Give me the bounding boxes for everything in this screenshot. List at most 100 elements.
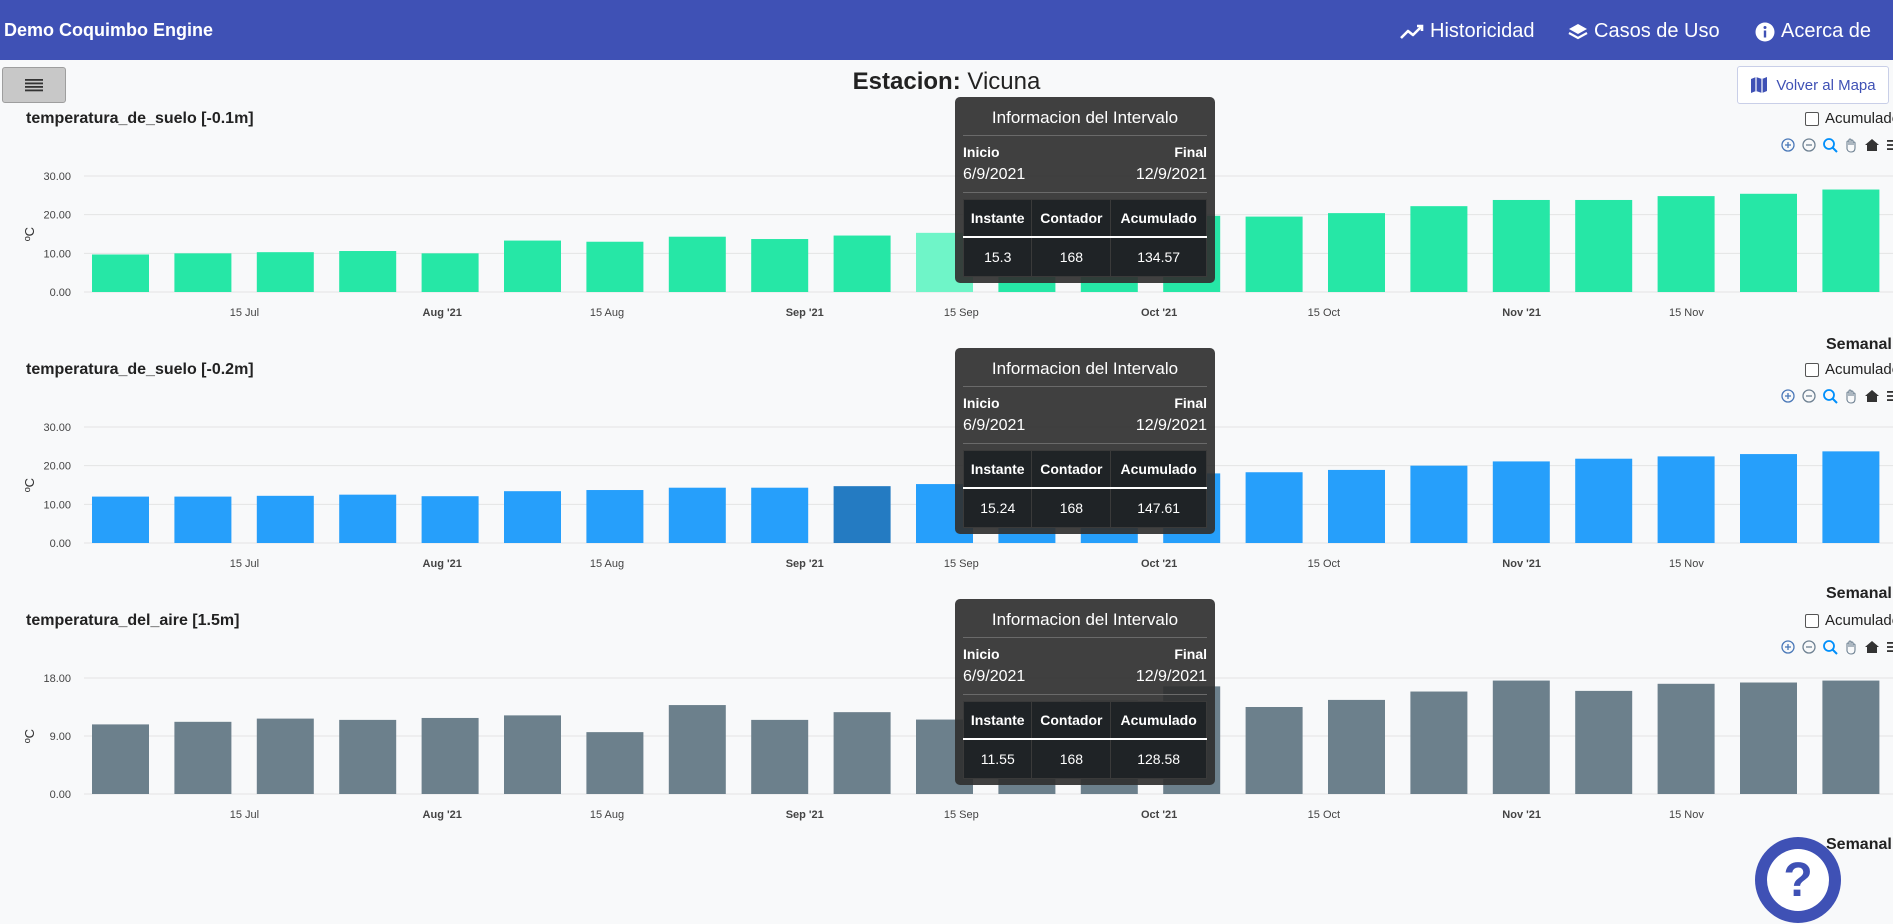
nav-casos-de-uso[interactable]: Casos de Uso [1568,20,1720,43]
chart-bar[interactable] [668,705,726,794]
y-axis-label: ºC [22,227,37,241]
chart-bar[interactable] [421,717,479,794]
period-label: Semanal [1826,836,1892,853]
x-tick-label: 15 Aug [590,558,624,570]
x-tick-label: 15 Nov [1669,307,1704,319]
checkbox-box[interactable] [1805,613,1819,628]
chart-bar[interactable] [1740,193,1797,292]
trending-up-icon [1400,24,1424,39]
chart-bar[interactable] [174,496,232,543]
chart-bar[interactable] [1328,469,1385,543]
chart-bar[interactable] [833,486,891,543]
nav-historicidad[interactable]: Historicidad [1400,20,1534,43]
chart-bar[interactable] [504,715,561,794]
chart-bar[interactable] [751,487,809,543]
nav-acerca-de[interactable]: Acerca de [1755,20,1871,43]
chart-bar[interactable] [174,253,232,292]
chart-bar[interactable] [174,721,232,794]
table-header: Instante [962,450,1033,489]
y-tick-label: 10.00 [43,499,71,511]
help-button[interactable]: ? [1755,837,1841,923]
table-cell: 15.3 [962,236,1033,277]
chart-bar[interactable] [1492,461,1550,543]
chart-bar[interactable] [1822,189,1880,292]
chart-bar[interactable] [1657,456,1715,543]
chart-bar[interactable] [833,235,891,292]
chart-bar[interactable] [1492,680,1550,794]
chart-bar[interactable] [751,239,809,292]
y-tick-label: 30.00 [43,171,71,183]
chart-bar[interactable] [504,491,561,543]
x-tick-label: Oct '21 [1141,307,1177,319]
chart-bar[interactable] [421,253,479,292]
chart-bar[interactable] [668,236,726,292]
chart-bar[interactable] [92,724,149,794]
chart-bar[interactable] [256,718,314,794]
chart-bar[interactable] [256,495,314,543]
tooltip-start-date: 6/9/2021 [963,417,1026,434]
chart-bar[interactable] [256,252,314,292]
chart-bar[interactable] [339,719,397,794]
accumulated-checkbox[interactable]: Acumulado [1805,110,1893,127]
chart-bar[interactable] [586,241,644,292]
chart-bar[interactable] [1822,451,1880,543]
chart-bar[interactable] [1575,458,1633,543]
chart-bar[interactable] [1492,199,1550,292]
table-header: Contador [1031,450,1112,489]
x-tick-label: Sep '21 [786,809,824,821]
info-icon [1755,22,1775,41]
x-tick-label: Aug '21 [423,809,462,821]
period-label: Semanal [1826,336,1892,353]
chart-bar[interactable] [1245,707,1303,794]
chart-bar[interactable] [92,254,149,292]
chart-bar[interactable] [1328,699,1385,794]
chart-bar[interactable] [1740,454,1797,543]
chart-bar[interactable] [1657,196,1715,292]
x-tick-label: Nov '21 [1502,809,1541,821]
x-tick-label: 15 Oct [1308,558,1340,570]
tooltip-end-label: Final [1174,395,1207,411]
chart-bar[interactable] [92,496,149,543]
brand-title[interactable]: Demo Coquimbo Engine [4,20,213,41]
chart-bar[interactable] [1657,683,1715,794]
interval-tooltip: Informacion del Intervalo Inicio Final 6… [955,348,1215,534]
accumulated-checkbox[interactable]: Acumulado [1805,612,1893,629]
table-header: Acumulado [1110,199,1207,238]
chart-bar[interactable] [1328,213,1385,292]
bar-chart[interactable]: 0.00 10.00 20.00 30.00 ºC 15 Jul Aug '21 15 Aug… [0,383,1893,583]
chart-bar[interactable] [1575,690,1633,794]
chart-bar[interactable] [1245,216,1303,292]
chart-bar[interactable] [339,251,397,292]
x-tick-label: Sep '21 [786,307,824,319]
bar-chart[interactable]: 0.00 9.00 18.00 ºC 15 Jul Aug '21 15 Aug Sep '2… [0,634,1893,834]
chart-bar[interactable] [504,240,561,292]
chart-bar[interactable] [751,719,809,794]
chart-bar[interactable] [586,732,644,794]
chart-bar[interactable] [1740,682,1797,794]
question-mark-icon: ? [1767,849,1829,911]
chart-bar[interactable] [1245,472,1303,543]
table-cell: 11.55 [962,738,1033,779]
chart-title: temperatura_del_aire [1.5m] [26,612,240,629]
chart-bar[interactable] [1410,465,1468,543]
chart-panel-2: temperatura_de_suelo [-0.2m] Acumulado 0… [0,361,1893,611]
chart-bar[interactable] [1822,680,1880,794]
nav-casos-de-uso-label: Casos de Uso [1594,20,1720,42]
chart-bar[interactable] [1410,691,1468,794]
chart-bar[interactable] [339,494,397,543]
bar-chart[interactable]: 0.00 10.00 20.00 30.00 ºC 15 Jul Aug '21 15 Aug… [0,132,1893,332]
accumulated-label: Acumulado [1825,361,1893,378]
checkbox-box[interactable] [1805,111,1819,126]
chart-bar[interactable] [586,490,644,543]
chart-bar[interactable] [1575,199,1633,292]
chart-bar[interactable] [421,496,479,543]
x-tick-label: Aug '21 [423,307,462,319]
interval-tooltip: Informacion del Intervalo Inicio Final 6… [955,599,1215,785]
checkbox-box[interactable] [1805,362,1819,377]
accumulated-checkbox[interactable]: Acumulado [1805,361,1893,378]
back-to-map-button[interactable]: Volver al Mapa [1737,66,1889,104]
chart-bar[interactable] [668,487,726,543]
chart-bar[interactable] [1410,206,1468,292]
chart-bar[interactable] [833,712,891,794]
table-header: Instante [962,199,1033,238]
